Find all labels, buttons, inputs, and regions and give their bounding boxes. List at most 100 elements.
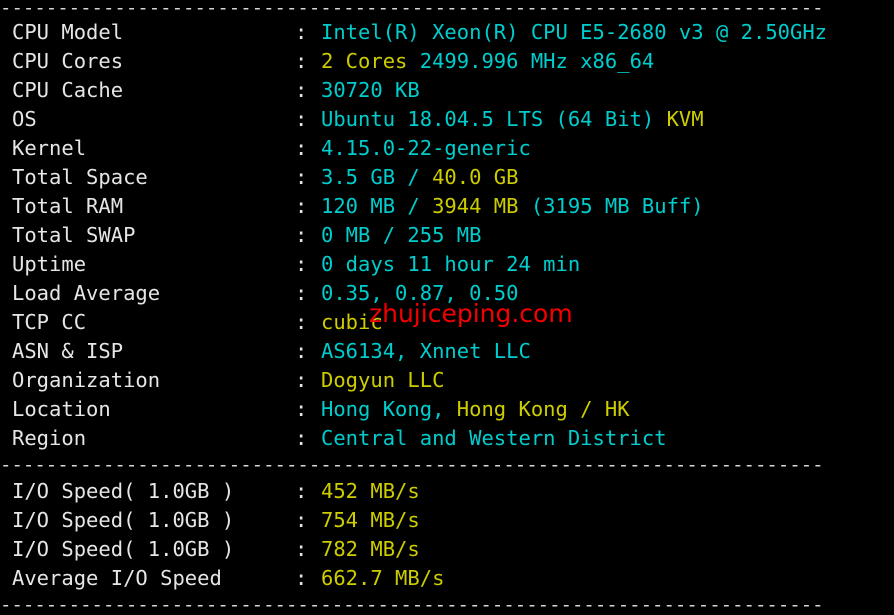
system-info-row: ASN & ISP: AS6134, Xnnet LLC bbox=[12, 337, 894, 366]
system-info-label: OS bbox=[12, 107, 37, 131]
system-info-label: ASN & ISP bbox=[12, 339, 124, 363]
system-info-row: Load Average:0.35, 0.87, 0.50 bbox=[12, 279, 894, 308]
colon-separator: : bbox=[295, 223, 308, 247]
io-speed-label: Average I/O Speed bbox=[12, 566, 222, 590]
colon-separator: : bbox=[295, 368, 308, 392]
system-info-value-segment: Dogyun LLC bbox=[321, 368, 445, 392]
system-info-value-segment: cubic bbox=[321, 310, 383, 334]
system-info-value: Hong Kong, Hong Kong / HK bbox=[321, 397, 630, 421]
terminal-window: ----------------------------------------… bbox=[0, 0, 894, 615]
io-speed-value-segment: 754 MB/s bbox=[321, 508, 420, 532]
system-info-value-segment: 0.35, 0.87, 0.50 bbox=[321, 281, 519, 305]
system-info-label: CPU Cores bbox=[12, 49, 124, 73]
colon-separator: : bbox=[295, 20, 308, 44]
separator-top: ----------------------------------------… bbox=[0, 0, 824, 18]
system-info-value-segment: 2499.996 MHz x86_64 bbox=[407, 49, 655, 73]
system-info-value-segment: Central and Western District bbox=[321, 426, 667, 450]
colon-separator: : bbox=[295, 281, 308, 305]
io-speed-value-segment: 662.7 MB/s bbox=[321, 566, 445, 590]
system-info-label: Total RAM bbox=[12, 194, 124, 218]
colon-separator: : bbox=[295, 426, 308, 450]
system-info-row: Total Space:3.5 GB / 40.0 GB bbox=[12, 163, 894, 192]
colon-separator: : bbox=[295, 78, 308, 102]
io-speed-value: 782 MB/s bbox=[321, 537, 420, 561]
system-info-row: Uptime:0 days 11 hour 24 min bbox=[12, 250, 894, 279]
system-info-row: TCP CC: cubic bbox=[12, 308, 894, 337]
system-info-value: 0 days 11 hour 24 min bbox=[321, 252, 580, 276]
system-info-label: CPU Cache bbox=[12, 78, 124, 102]
system-info-row: Region: Central and Western District bbox=[12, 424, 894, 453]
io-speed-label: I/O Speed( 1.0GB ) bbox=[12, 537, 235, 561]
system-info-row: CPU Model: Intel(R) Xeon(R) CPU E5-2680 v… bbox=[12, 18, 894, 47]
system-info-row: OS: Ubuntu 18.04.5 LTS (64 Bit) KVM bbox=[12, 105, 894, 134]
colon-separator: : bbox=[295, 339, 308, 363]
colon-separator: : bbox=[295, 136, 308, 160]
system-info-block: CPU Model: Intel(R) Xeon(R) CPU E5-2680 v… bbox=[0, 18, 894, 453]
io-speed-value-segment: 452 MB/s bbox=[321, 479, 420, 503]
system-info-value: AS6134, Xnnet LLC bbox=[321, 339, 531, 363]
colon-separator: : bbox=[295, 165, 308, 189]
system-info-value: 3.5 GB / 40.0 GB bbox=[321, 165, 519, 189]
system-info-value-segment: AS6134, Xnnet LLC bbox=[321, 339, 531, 363]
system-info-label: Kernel bbox=[12, 136, 87, 160]
io-speed-row: Average I/O Speed:662.7 MB/s bbox=[12, 564, 894, 593]
system-info-label: CPU Model bbox=[12, 20, 124, 44]
io-speed-value: 754 MB/s bbox=[321, 508, 420, 532]
separator-bottom: ----------------------------------------… bbox=[0, 595, 824, 615]
system-info-label: Organization bbox=[12, 368, 161, 392]
system-info-value-segment: Ubuntu 18.04.5 LTS (64 Bit) bbox=[321, 107, 667, 131]
system-info-value-segment: 3.5 GB / bbox=[321, 165, 433, 189]
system-info-label: Location bbox=[12, 397, 111, 421]
system-info-value: Intel(R) Xeon(R) CPU E5-2680 v3 @ 2.50GH… bbox=[321, 20, 827, 44]
system-info-value: Dogyun LLC bbox=[321, 368, 444, 392]
system-info-label: TCP CC bbox=[12, 310, 87, 334]
system-info-value-segment: 30720 KB bbox=[321, 78, 420, 102]
colon-separator: : bbox=[295, 194, 308, 218]
system-info-value: 4.15.0-22-generic bbox=[321, 136, 531, 160]
system-info-value-segment: Hong Kong, bbox=[321, 397, 457, 421]
system-info-value: Ubuntu 18.04.5 LTS (64 Bit) KVM bbox=[321, 107, 704, 131]
colon-separator: : bbox=[295, 508, 308, 532]
system-info-value: Central and Western District bbox=[321, 426, 667, 450]
colon-separator: : bbox=[295, 107, 308, 131]
system-info-value-segment: 4.15.0-22-generic bbox=[321, 136, 531, 160]
system-info-value-segment: 0 days 11 hour 24 min bbox=[321, 252, 581, 276]
colon-separator: : bbox=[295, 397, 308, 421]
system-info-row: Organization: Dogyun LLC bbox=[12, 366, 894, 395]
system-info-row: Total RAM:120 MB / 3944 MB (3195 MB Buff… bbox=[12, 192, 894, 221]
system-info-value-segment: 2 Cores bbox=[321, 49, 408, 73]
system-info-row: Kernel:4.15.0-22-generic bbox=[12, 134, 894, 163]
colon-separator: : bbox=[295, 252, 308, 276]
io-speed-row: I/O Speed( 1.0GB ):452 MB/s bbox=[12, 477, 894, 506]
system-info-value-segment: Hong Kong / HK bbox=[456, 397, 630, 421]
system-info-value: 2 Cores 2499.996 MHz x86_64 bbox=[321, 49, 654, 73]
system-info-value: 0.35, 0.87, 0.50 bbox=[321, 281, 518, 305]
system-info-value-segment: 40.0 GB bbox=[432, 165, 519, 189]
io-speed-label: I/O Speed( 1.0GB ) bbox=[12, 508, 235, 532]
system-info-label: Load Average bbox=[12, 281, 161, 305]
system-info-value: 120 MB / 3944 MB (3195 MB Buff) bbox=[321, 194, 704, 218]
system-info-row: Total SWAP:0 MB / 255 MB bbox=[12, 221, 894, 250]
system-info-value: 30720 KB bbox=[321, 78, 420, 102]
io-speed-value-segment: 782 MB/s bbox=[321, 537, 420, 561]
system-info-value: cubic bbox=[321, 310, 383, 334]
io-speed-label: I/O Speed( 1.0GB ) bbox=[12, 479, 235, 503]
system-info-value-segment: 3944 MB bbox=[432, 194, 519, 218]
system-info-label: Uptime bbox=[12, 252, 87, 276]
colon-separator: : bbox=[295, 566, 308, 590]
separator-middle: ----------------------------------------… bbox=[0, 455, 824, 475]
system-info-label: Region bbox=[12, 426, 87, 450]
colon-separator: : bbox=[295, 479, 308, 503]
io-speed-row: I/O Speed( 1.0GB ):782 MB/s bbox=[12, 535, 894, 564]
colon-separator: : bbox=[295, 537, 308, 561]
system-info-row: CPU Cores:2 Cores 2499.996 MHz x86_64 bbox=[12, 47, 894, 76]
system-info-value: 0 MB / 255 MB bbox=[321, 223, 481, 247]
system-info-label: Total SWAP bbox=[12, 223, 136, 247]
system-info-value-segment: (3195 MB Buff) bbox=[518, 194, 704, 218]
io-speed-row: I/O Speed( 1.0GB ):754 MB/s bbox=[12, 506, 894, 535]
system-info-row: CPU Cache:30720 KB bbox=[12, 76, 894, 105]
io-speed-value: 452 MB/s bbox=[321, 479, 420, 503]
system-info-row: Location: Hong Kong, Hong Kong / HK bbox=[12, 395, 894, 424]
system-info-value-segment: Intel(R) Xeon(R) CPU E5-2680 v3 @ 2.50GH… bbox=[321, 20, 828, 44]
system-info-value-segment: KVM bbox=[666, 107, 704, 131]
